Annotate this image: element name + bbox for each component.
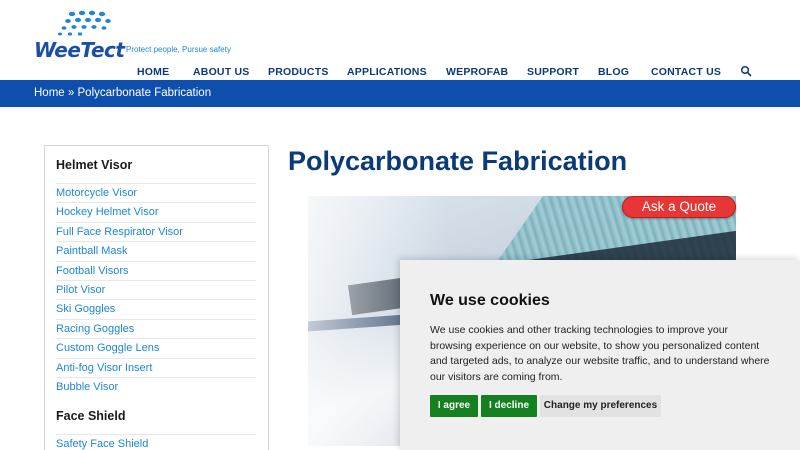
- cookie-title: We use cookies: [430, 292, 550, 309]
- main-nav: HOME ABOUT US PRODUCTS APPLICATIONS WEPR…: [0, 64, 800, 80]
- site-header: WeeTect Protect people, Pursue safety HO…: [0, 0, 800, 80]
- sidebar-item-custom-goggle-lens[interactable]: Custom Goggle Lens: [56, 338, 256, 357]
- logo-dots-icon: [58, 10, 111, 36]
- nav-about-us[interactable]: ABOUT US: [193, 66, 249, 78]
- cookie-text: We use cookies and other tracking techno…: [430, 324, 770, 383]
- nav-products[interactable]: PRODUCTS: [268, 66, 329, 78]
- nav-contact-us[interactable]: CONTACT US: [651, 66, 721, 78]
- sidebar-list-helmet-visor: Motorcycle Visor Hockey Helmet Visor Ful…: [56, 183, 256, 396]
- nav-blog[interactable]: BLOG: [598, 66, 629, 78]
- breadcrumb-current: Polycarbonate Fabrication: [77, 87, 212, 99]
- nav-weprofab[interactable]: WEPROFAB: [446, 66, 508, 78]
- tagline: Protect people, Pursue safety: [126, 45, 231, 54]
- sidebar-item-safety-face-shield[interactable]: Safety Face Shield: [56, 434, 256, 450]
- page: WeeTect Protect people, Pursue safety HO…: [0, 0, 800, 450]
- sidebar-item-ski-goggles[interactable]: Ski Goggles: [56, 299, 256, 318]
- cookie-decline-button[interactable]: I decline: [481, 395, 537, 417]
- sidebar-heading-face-shield: Face Shield: [56, 409, 126, 423]
- sidebar-list-face-shield: Safety Face Shield: [56, 434, 256, 450]
- nav-home[interactable]: HOME: [137, 66, 169, 78]
- breadcrumb-home-link[interactable]: Home: [34, 87, 65, 99]
- breadcrumb-bar: Home » Polycarbonate Fabrication: [0, 80, 800, 107]
- page-title: Polycarbonate Fabrication: [288, 146, 628, 176]
- cookie-preferences-button[interactable]: Change my preferences: [540, 395, 661, 417]
- breadcrumb: Home » Polycarbonate Fabrication: [34, 87, 211, 99]
- sidebar-item-full-face-respirator-visor[interactable]: Full Face Respirator Visor: [56, 221, 256, 241]
- sidebar-item-football-visors[interactable]: Football Visors: [56, 260, 256, 280]
- cookie-agree-button[interactable]: I agree: [430, 395, 478, 417]
- search-icon[interactable]: [740, 65, 752, 77]
- nav-applications[interactable]: APPLICATIONS: [347, 66, 427, 78]
- nav-support[interactable]: SUPPORT: [527, 66, 579, 78]
- sidebar-heading-helmet-visor: Helmet Visor: [56, 158, 133, 172]
- sidebar-item-racing-goggles[interactable]: Racing Goggles: [56, 318, 256, 338]
- breadcrumb-separator: »: [67, 87, 75, 99]
- sidebar-item-pilot-visor[interactable]: Pilot Visor: [56, 279, 256, 299]
- sidebar: Helmet Visor Motorcycle Visor Hockey Hel…: [44, 145, 269, 450]
- sidebar-item-paintball-mask[interactable]: Paintball Mask: [56, 241, 256, 260]
- sidebar-item-anti-fog-visor-insert[interactable]: Anti-fog Visor Insert: [56, 357, 256, 377]
- sidebar-item-bubble-visor[interactable]: Bubble Visor: [56, 376, 256, 396]
- logo[interactable]: WeeTect: [32, 8, 132, 62]
- logo-wordmark: WeeTect: [34, 38, 125, 62]
- cookie-banner: We use cookies We use cookies and other …: [400, 260, 800, 450]
- ask-a-quote-button[interactable]: Ask a Quote: [622, 196, 736, 218]
- sidebar-item-hockey-helmet-visor[interactable]: Hockey Helmet Visor: [56, 202, 256, 221]
- sidebar-item-motorcycle-visor[interactable]: Motorcycle Visor: [56, 183, 256, 202]
